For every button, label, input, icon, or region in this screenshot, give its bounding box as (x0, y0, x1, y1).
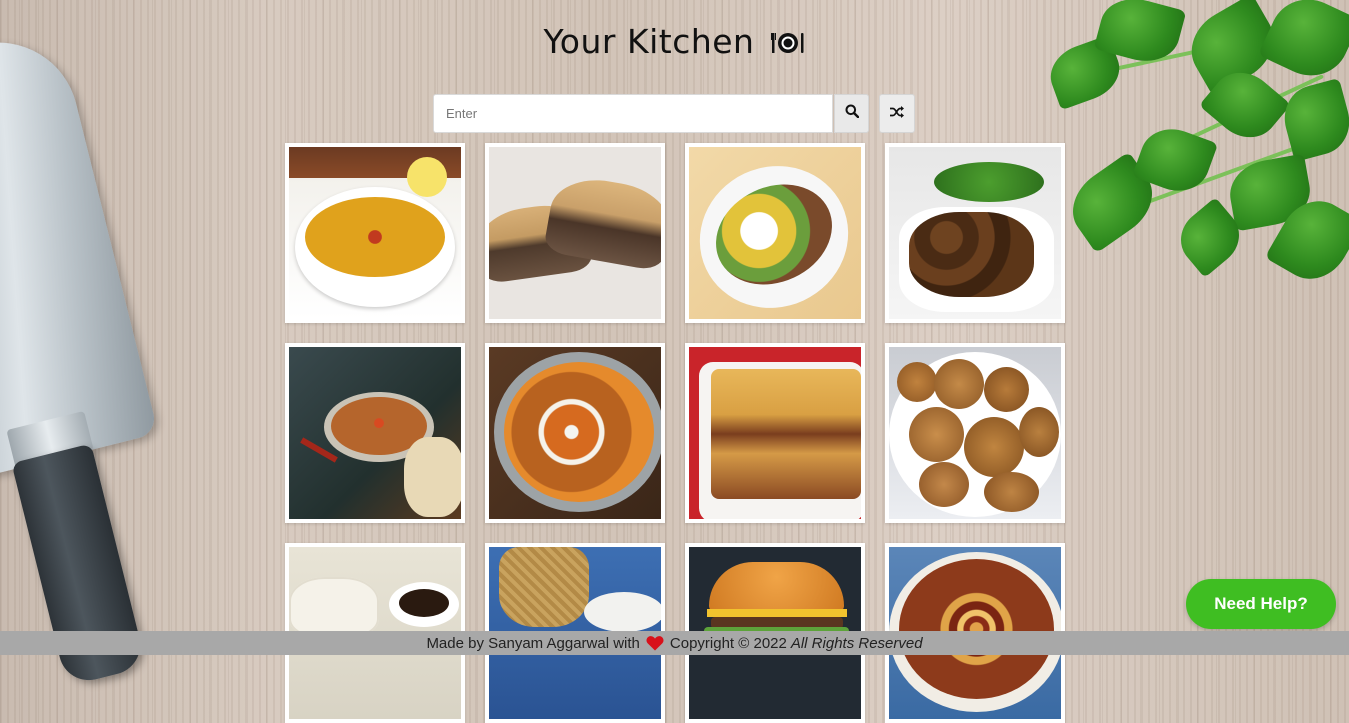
stew-thumbnail (289, 347, 461, 519)
footer-made-by: Made by Sanyam Aggarwal with (426, 634, 640, 652)
soup-thumbnail (289, 147, 461, 319)
fritters-thumbnail (889, 347, 1061, 519)
falafel-thumbnail (889, 147, 1061, 319)
heart-icon (646, 633, 664, 653)
search-icon (845, 104, 859, 123)
meal-card[interactable] (285, 143, 465, 323)
potato-thumbnail (689, 147, 861, 319)
random-meal-button[interactable] (879, 94, 915, 133)
meal-card[interactable] (685, 343, 865, 523)
fries-thumbnail (489, 347, 661, 519)
plate-cutlery-icon (771, 26, 805, 61)
knife-decoration (0, 25, 159, 475)
footer-copyright: Copyright © 2022 (669, 634, 787, 652)
search-bar (433, 94, 869, 133)
footer-rights: All Rights Reserved (790, 634, 923, 652)
search-button[interactable] (834, 94, 869, 133)
shuffle-icon (890, 105, 904, 123)
need-help-button[interactable]: Need Help? (1186, 579, 1336, 629)
lasagna-thumbnail (689, 347, 861, 519)
meal-card[interactable] (485, 343, 665, 523)
search-input[interactable] (433, 94, 833, 133)
footer: Made by Sanyam Aggarwal with Copyright ©… (0, 631, 1349, 655)
meal-card[interactable] (885, 343, 1065, 523)
meal-card[interactable] (885, 143, 1065, 323)
page-title: Your Kitchen (0, 22, 1349, 61)
meal-card[interactable] (485, 143, 665, 323)
page-title-text: Your Kitchen (543, 22, 755, 61)
pie-thumbnail (489, 147, 661, 319)
meal-card[interactable] (285, 343, 465, 523)
need-help-label: Need Help? (1214, 594, 1308, 613)
meal-card[interactable] (685, 143, 865, 323)
